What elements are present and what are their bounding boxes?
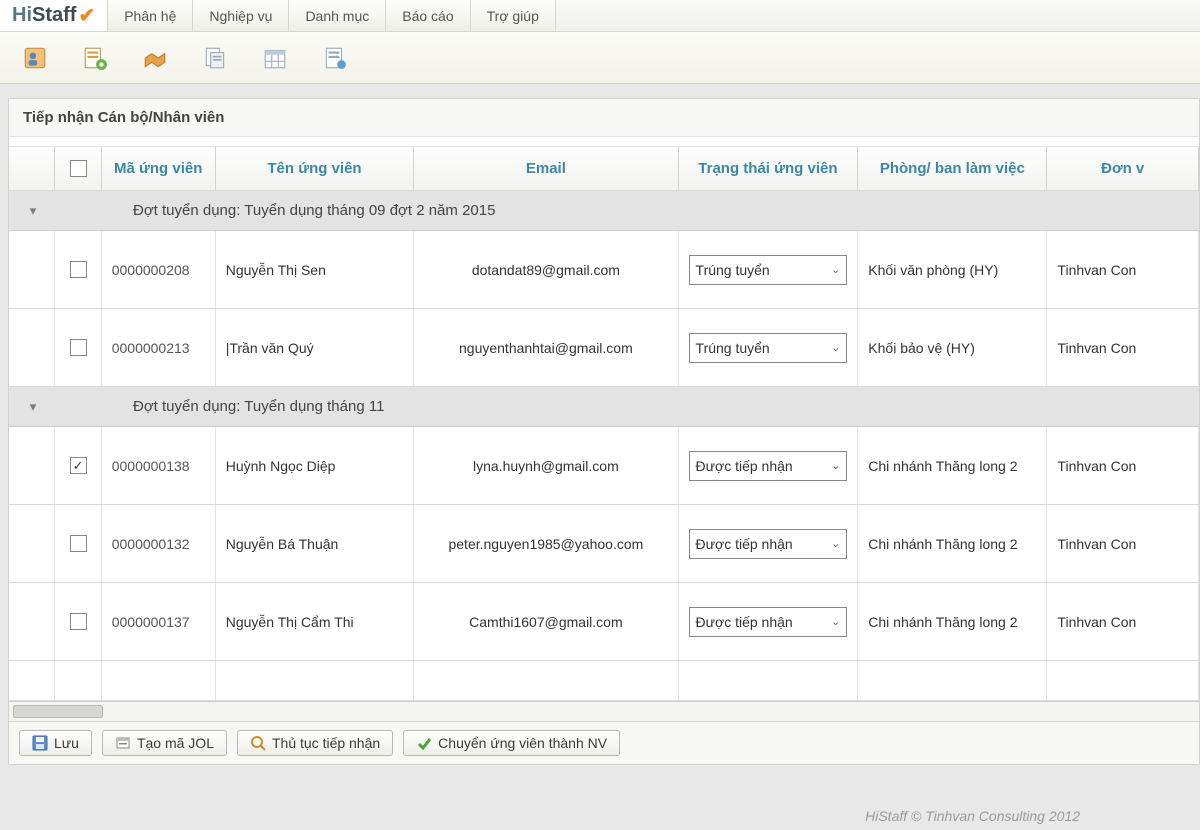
menu-danh-muc[interactable]: Danh mục: [289, 0, 386, 31]
table-row: 0000000208 Nguyễn Thị Sen dotandat89@gma…: [9, 231, 1199, 309]
status-select[interactable]: Được tiếp nhận⌄: [689, 607, 848, 637]
cell-dept: Chi nhánh Thăng long 2: [858, 505, 1047, 582]
horizontal-scrollbar[interactable]: [9, 701, 1199, 721]
cell-name: Nguyễn Thị Cẩm Thi: [216, 583, 415, 660]
header-name[interactable]: Tên ứng viên: [216, 147, 415, 190]
row-checkbox[interactable]: [70, 339, 87, 356]
toolbar-document-icon[interactable]: [200, 43, 230, 73]
toolbar-add-note-icon[interactable]: [80, 43, 110, 73]
status-select[interactable]: Trúng tuyển⌄: [689, 255, 848, 285]
candidate-grid: Mã ứng viên Tên ứng viên Email Trạng thá…: [9, 147, 1199, 701]
cell-code: 0000000138: [102, 427, 216, 504]
cell-email: lyna.huynh@gmail.com: [414, 427, 678, 504]
header-checkbox[interactable]: [55, 147, 101, 190]
create-jol-label: Tạo mã JOL: [137, 735, 214, 751]
scrollbar-thumb[interactable]: [13, 705, 103, 718]
header-dept[interactable]: Phòng/ ban làm việc: [858, 147, 1047, 190]
chevron-down-icon: ⌄: [831, 537, 840, 550]
chevron-down-icon: ⌄: [831, 263, 840, 276]
table-row: 0000000213 |Trần văn Quý nguyenthanhtai@…: [9, 309, 1199, 387]
candidate-panel: Tiếp nhận Cán bộ/Nhân viên Mã ứng viên T…: [8, 98, 1200, 765]
cell-email: peter.nguyen1985@yahoo.com: [414, 505, 678, 582]
save-button[interactable]: Lưu: [19, 730, 92, 756]
cell-code: 0000000137: [102, 583, 216, 660]
group-label: Đợt tuyển dụng: Tuyển dụng tháng 11: [57, 392, 1199, 421]
grid-header: Mã ứng viên Tên ứng viên Email Trạng thá…: [9, 147, 1199, 191]
menu-bar: HiStaff✔ Phân hệ Nghiệp vụ Danh mục Báo …: [0, 0, 1200, 32]
table-row: 0000000132 Nguyễn Bá Thuận peter.nguyen1…: [9, 505, 1199, 583]
table-row-partial: [9, 661, 1199, 701]
cell-dept: Chi nhánh Thăng long 2: [858, 583, 1047, 660]
cell-email: dotandat89@gmail.com: [414, 231, 678, 308]
menu-nghiep-vu[interactable]: Nghiệp vụ: [193, 0, 289, 31]
row-checkbox[interactable]: ✓: [70, 457, 87, 474]
cell-email: nguyenthanhtai@gmail.com: [414, 309, 678, 386]
toolbar-calendar-icon[interactable]: [260, 43, 290, 73]
group-label: Đợt tuyển dụng: Tuyển dụng tháng 09 đợt …: [57, 196, 1199, 225]
logo-check-icon: ✔: [78, 3, 95, 28]
convert-button[interactable]: Chuyển ứng viên thành NV: [403, 730, 620, 756]
chevron-down-icon: ⌄: [831, 341, 840, 354]
row-checkbox[interactable]: [70, 261, 87, 278]
cell-unit: Tinhvan Con: [1047, 505, 1199, 582]
cell-unit: Tinhvan Con: [1047, 583, 1199, 660]
cell-unit: Tinhvan Con: [1047, 309, 1199, 386]
group-row[interactable]: ▾ Đợt tuyển dụng: Tuyển dụng tháng 11: [9, 387, 1199, 427]
menu-tro-giup[interactable]: Trợ giúp: [471, 0, 556, 31]
menu-phan-he[interactable]: Phân hệ: [108, 0, 193, 31]
panel-spacer: [9, 137, 1199, 147]
cell-dept: Khối bảo vệ (HY): [858, 309, 1047, 386]
status-select[interactable]: Được tiếp nhận⌄: [689, 451, 848, 481]
row-checkbox[interactable]: [70, 535, 87, 552]
status-select[interactable]: Trúng tuyển⌄: [689, 333, 848, 363]
chevron-down-icon[interactable]: ▾: [30, 399, 37, 415]
header-expand: [9, 147, 55, 190]
cell-dept: Khối văn phòng (HY): [858, 231, 1047, 308]
convert-label: Chuyển ứng viên thành NV: [438, 735, 607, 751]
toolbar-report-icon[interactable]: [320, 43, 350, 73]
cell-name: Nguyễn Bá Thuận: [216, 505, 415, 582]
cell-dept: Chi nhánh Thăng long 2: [858, 427, 1047, 504]
status-select[interactable]: Được tiếp nhận⌄: [689, 529, 848, 559]
cell-name: Huỳnh Ngọc Diệp: [216, 427, 415, 504]
app-logo: HiStaff✔: [0, 0, 108, 31]
header-unit[interactable]: Đơn v: [1047, 147, 1199, 190]
panel-title: Tiếp nhận Cán bộ/Nhân viên: [9, 99, 1199, 137]
menu-bao-cao[interactable]: Báo cáo: [386, 0, 470, 31]
row-expand: [9, 231, 55, 308]
cell-name: Nguyễn Thị Sen: [216, 231, 415, 308]
toolbar-handshake-icon[interactable]: [140, 43, 170, 73]
logo-hi: Hi: [12, 4, 32, 27]
action-bar: Lưu Tạo mã JOL Thủ tục tiếp nhận Chuyển …: [9, 721, 1199, 764]
save-label: Lưu: [54, 735, 79, 751]
cell-unit: Tinhvan Con: [1047, 231, 1199, 308]
toolbar-user-icon[interactable]: [20, 43, 50, 73]
cell-name: |Trần văn Quý: [216, 309, 415, 386]
table-row: ✓ 0000000138 Huỳnh Ngọc Diệp lyna.huynh@…: [9, 427, 1199, 505]
header-email[interactable]: Email: [414, 147, 678, 190]
chevron-down-icon[interactable]: ▾: [30, 203, 37, 219]
footer-copyright: HiStaff © Tinhvan Consulting 2012: [865, 808, 1080, 824]
header-status[interactable]: Trạng thái ứng viên: [679, 147, 859, 190]
chevron-down-icon: ⌄: [831, 615, 840, 628]
cell-code: 0000000213: [102, 309, 216, 386]
header-code[interactable]: Mã ứng viên: [102, 147, 216, 190]
cell-unit: Tinhvan Con: [1047, 427, 1199, 504]
create-jol-button[interactable]: Tạo mã JOL: [102, 730, 227, 756]
cell-code: 0000000132: [102, 505, 216, 582]
group-row[interactable]: ▾ Đợt tuyển dụng: Tuyển dụng tháng 09 đợ…: [9, 191, 1199, 231]
row-checkbox[interactable]: [70, 613, 87, 630]
chevron-down-icon: ⌄: [831, 459, 840, 472]
toolbar: [0, 32, 1200, 84]
cell-email: Camthi1607@gmail.com: [414, 583, 678, 660]
logo-staff: Staff: [32, 4, 76, 27]
procedure-button[interactable]: Thủ tục tiếp nhận: [237, 730, 393, 756]
table-row: 0000000137 Nguyễn Thị Cẩm Thi Camthi1607…: [9, 583, 1199, 661]
procedure-label: Thủ tục tiếp nhận: [272, 735, 380, 751]
cell-code: 0000000208: [102, 231, 216, 308]
